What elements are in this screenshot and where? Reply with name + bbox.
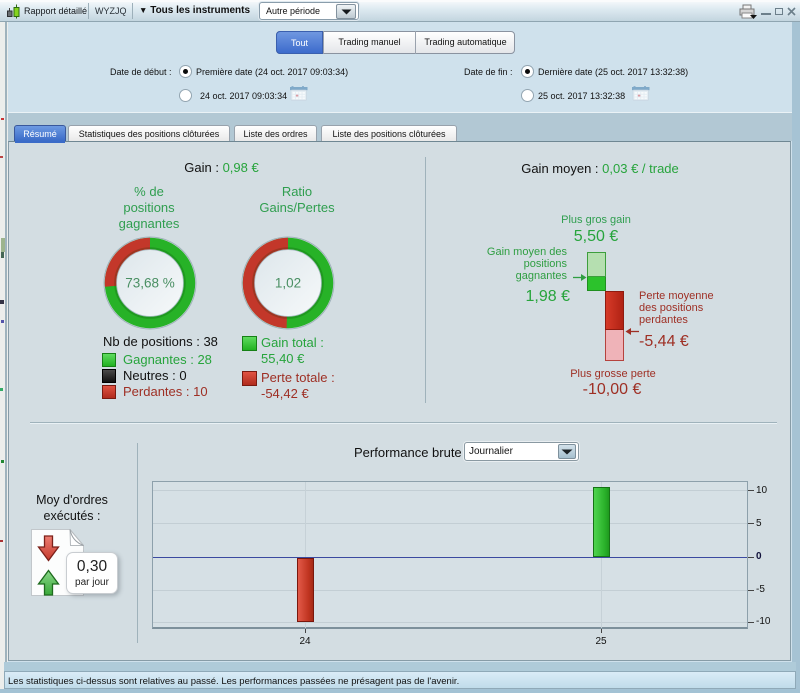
svg-text:73,68 %: 73,68 %: [125, 276, 175, 291]
svg-text:1,02: 1,02: [275, 276, 301, 291]
